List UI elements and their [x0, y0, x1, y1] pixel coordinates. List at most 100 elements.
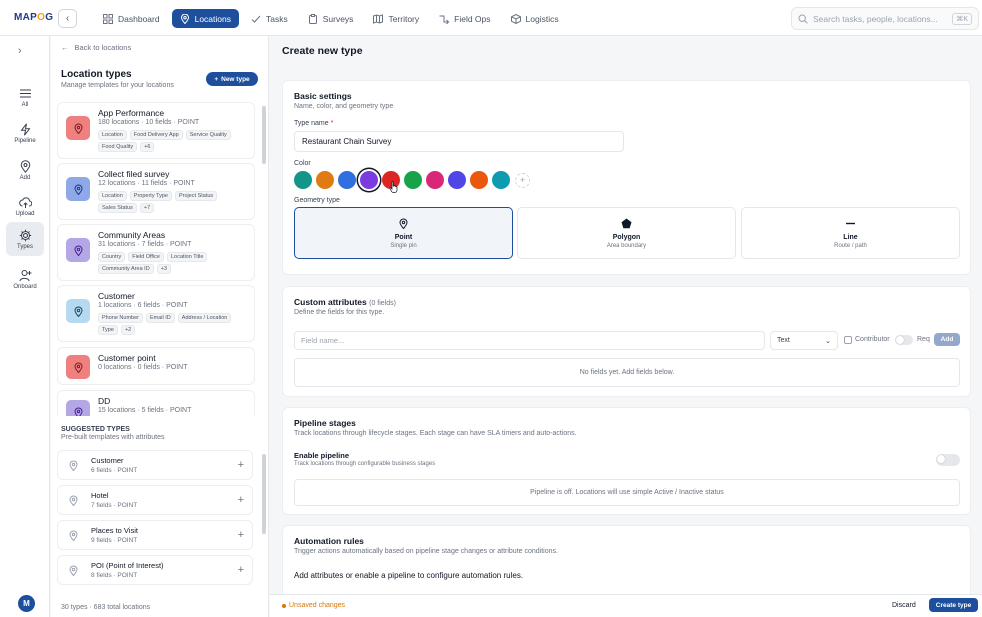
panel-title: Location types [61, 69, 132, 80]
check-icon [251, 15, 261, 23]
pin-icon [73, 184, 83, 195]
back-link-label: Back to locations [74, 43, 132, 52]
search-icon [798, 13, 808, 24]
add-suggested-icon[interactable]: + [238, 494, 244, 506]
pin-icon [73, 362, 83, 373]
add-color-button[interactable]: + [515, 172, 530, 188]
rail-item-types[interactable]: Types [6, 222, 44, 256]
list-icon [19, 88, 31, 98]
expand-rail-icon[interactable]: › [18, 45, 22, 57]
add-field-button[interactable]: Add [934, 333, 960, 346]
type-name-input[interactable]: Restaurant Chain Survey [294, 131, 624, 152]
back-button[interactable]: ‹ [58, 9, 77, 28]
create-type-button[interactable]: Create type [929, 598, 978, 612]
type-color-swatch [66, 116, 90, 140]
nav-territory[interactable]: Territory [365, 9, 427, 28]
color-swatch[interactable] [360, 171, 378, 189]
rail-item-add[interactable]: Add [6, 153, 44, 187]
type-name-label: Type name * [294, 120, 334, 127]
back-to-locations-link[interactable]: ← Back to locations [61, 43, 131, 52]
suggested-meta: 9 fields · POINT [91, 537, 138, 544]
tag: Project Status [174, 191, 218, 201]
enable-pipeline-sub: Track locations through configurable bus… [294, 461, 436, 467]
rail-item-upload[interactable]: Upload [6, 189, 44, 223]
pin-icon [399, 218, 408, 229]
rail-label: Onboard [13, 283, 37, 290]
rail-item-onboard[interactable]: Onboard [6, 262, 44, 296]
tag: Country [98, 252, 126, 262]
nav-logistics[interactable]: Logistics [503, 9, 567, 28]
suggested-type-hotel[interactable]: Hotel 7 fields · POINT + [57, 485, 253, 515]
nav-label: Tasks [265, 13, 288, 24]
color-swatch[interactable] [448, 171, 466, 189]
required-toggle[interactable] [895, 335, 913, 345]
suggested-type-places-to-visit[interactable]: Places to Visit 9 fields · POINT + [57, 520, 253, 550]
rail-label: All [21, 101, 29, 108]
suggested-type-poi[interactable]: POI (Point of Interest) 8 fields · POINT… [57, 555, 253, 585]
nav-tasks[interactable]: Tasks [243, 9, 296, 28]
search-shortcut: ⌘K [952, 12, 972, 25]
type-card-collect-filed-survey[interactable]: Collect filed survey 12 locations · 11 f… [57, 163, 255, 220]
type-tags: Country Field Office Location Title Comm… [98, 252, 250, 274]
geometry-sub: Area boundary [606, 242, 647, 249]
plus-icon: + [214, 75, 219, 83]
geometry-sub: Route / path [834, 242, 867, 249]
app-logo[interactable]: MAPOG [14, 12, 53, 23]
type-card-app-performance[interactable]: App Performance 180 locations · 10 field… [57, 102, 255, 159]
pentagon-icon [621, 218, 632, 228]
rail-item-pipeline[interactable]: Pipeline [6, 116, 44, 150]
nav-dashboard[interactable]: Dashboard [95, 9, 168, 28]
tag: Type [98, 325, 118, 335]
color-swatch[interactable] [470, 171, 488, 189]
search-input[interactable]: Search tasks, people, locations... [813, 14, 947, 24]
geometry-option-line[interactable]: Line Route / path [741, 207, 960, 259]
suggested-scrollbar[interactable] [262, 454, 266, 534]
unsaved-label: Unsaved changes [289, 602, 346, 609]
discard-button[interactable]: Discard [888, 600, 920, 611]
color-swatch[interactable] [404, 171, 422, 189]
enable-pipeline-toggle[interactable] [936, 454, 960, 466]
tag: +2 [120, 325, 136, 335]
type-card-customer[interactable]: Customer 1 locations · 6 fields · POINT … [57, 285, 255, 342]
types-list: App Performance 180 locations · 10 field… [57, 102, 257, 416]
add-suggested-icon[interactable]: + [238, 459, 244, 471]
pin-icon [73, 245, 83, 256]
geometry-option-point[interactable]: Point Single pin [294, 207, 513, 259]
automation-empty-state: Add attributes or enable a pipeline to c… [294, 571, 524, 580]
field-name-input[interactable]: Field name... [294, 331, 765, 350]
new-type-label: New type [221, 75, 250, 83]
type-card-customer-point[interactable]: Customer point 0 locations · 0 fields · … [57, 347, 255, 385]
geometry-option-polygon[interactable]: Polygon Area boundary [517, 207, 736, 259]
global-search[interactable]: Search tasks, people, locations... ⌘K [791, 7, 979, 30]
color-swatch[interactable] [426, 171, 444, 189]
rail-item-all[interactable]: All [6, 80, 44, 114]
suggested-meta: 6 fields · POINT [91, 467, 138, 474]
box-icon [510, 13, 521, 24]
tag: +6 [140, 142, 155, 152]
types-scrollbar[interactable] [262, 106, 266, 164]
geometry-label: Geometry type [294, 197, 340, 204]
nav-field-ops[interactable]: Field Ops [431, 9, 498, 28]
add-suggested-icon[interactable]: + [238, 529, 244, 541]
color-swatch[interactable] [492, 171, 510, 189]
new-type-button[interactable]: + New type [206, 72, 258, 86]
type-card-dd[interactable]: DD 15 locations · 5 fields · POINT [57, 390, 255, 416]
bottom-action-bar: Unsaved changes Discard Create type [270, 594, 982, 617]
hand-cursor-icon [389, 181, 398, 193]
tag: Food Delivery App [129, 130, 183, 140]
user-avatar[interactable]: M [18, 595, 35, 612]
nav-locations[interactable]: Locations [171, 9, 239, 28]
field-type-select[interactable]: Text ⌄ [770, 331, 838, 350]
suggested-type-customer[interactable]: Customer 6 fields · POINT + [57, 450, 253, 480]
type-card-community-areas[interactable]: Community Areas 31 locations · 7 fields … [57, 224, 255, 281]
color-swatch[interactable] [338, 171, 356, 189]
color-swatch[interactable] [294, 171, 312, 189]
suggested-types-header: SUGGESTED TYPES [61, 426, 130, 433]
nav-surveys[interactable]: Surveys [300, 9, 362, 28]
add-suggested-icon[interactable]: + [238, 564, 244, 576]
geometry-name: Polygon [612, 233, 641, 241]
geometry-sub: Single pin [390, 242, 417, 249]
contributor-checkbox[interactable] [844, 336, 852, 344]
automation-subtitle: Trigger actions automatically based on p… [294, 548, 558, 555]
color-swatch[interactable] [316, 171, 334, 189]
